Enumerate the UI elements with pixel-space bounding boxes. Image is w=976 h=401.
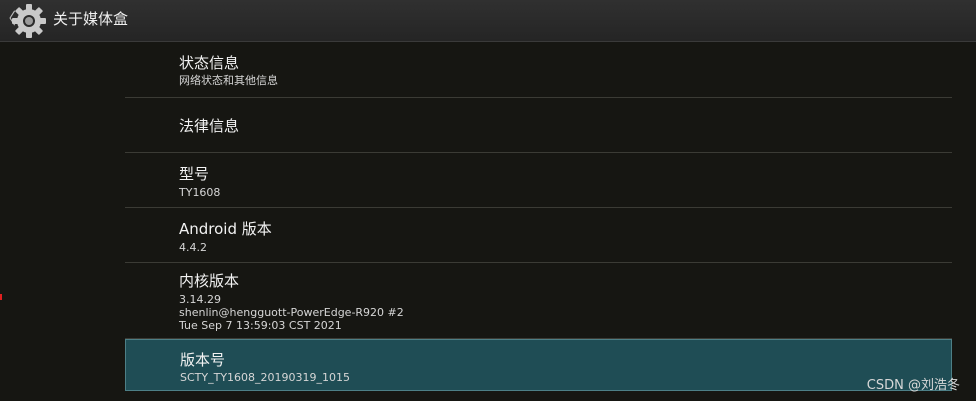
gear-icon[interactable] [10, 2, 48, 40]
kernel-version-line: shenlin@hengguott-PowerEdge-R920 #2 [179, 306, 404, 319]
list-item-title: 状态信息 [179, 54, 240, 72]
list-item-subtitle: 4.4.2 [179, 241, 207, 254]
page-title: 关于媒体盒 [53, 10, 129, 28]
list-item-build-number[interactable]: 版本号 SCTY_TY1608_20190319_1015 [125, 339, 952, 391]
settings-list: 状态信息 网络状态和其他信息 法律信息 型号 TY1608 Android 版本… [125, 43, 952, 391]
kernel-version-line: Tue Sep 7 13:59:03 CST 2021 [179, 319, 342, 332]
list-item-title: 内核版本 [179, 272, 240, 290]
watermark: CSDN @刘浩冬 [866, 378, 960, 393]
list-item-model[interactable]: 型号 TY1608 [125, 153, 952, 208]
list-item-legal-info[interactable]: 法律信息 [125, 98, 952, 153]
list-item-subtitle: SCTY_TY1608_20190319_1015 [180, 371, 351, 384]
list-item-title: 版本号 [180, 351, 226, 369]
list-item-status-info[interactable]: 状态信息 网络状态和其他信息 [125, 43, 952, 98]
kernel-version-line: 3.14.29 [179, 293, 221, 306]
back-icon[interactable]: 〈 [0, 9, 16, 29]
list-item-kernel-version[interactable]: 内核版本 3.14.29 shenlin@hengguott-PowerEdge… [125, 263, 952, 339]
list-item-title: 型号 [179, 165, 210, 183]
list-item-android-version[interactable]: Android 版本 4.4.2 [125, 208, 952, 263]
edge-marker [0, 294, 2, 300]
list-item-title: Android 版本 [179, 220, 272, 238]
list-item-title: 法律信息 [179, 117, 240, 135]
list-item-subtitle: TY1608 [179, 186, 221, 199]
action-bar: 〈 关于媒体盒 [0, 0, 976, 42]
list-item-subtitle: 网络状态和其他信息 [179, 74, 278, 87]
